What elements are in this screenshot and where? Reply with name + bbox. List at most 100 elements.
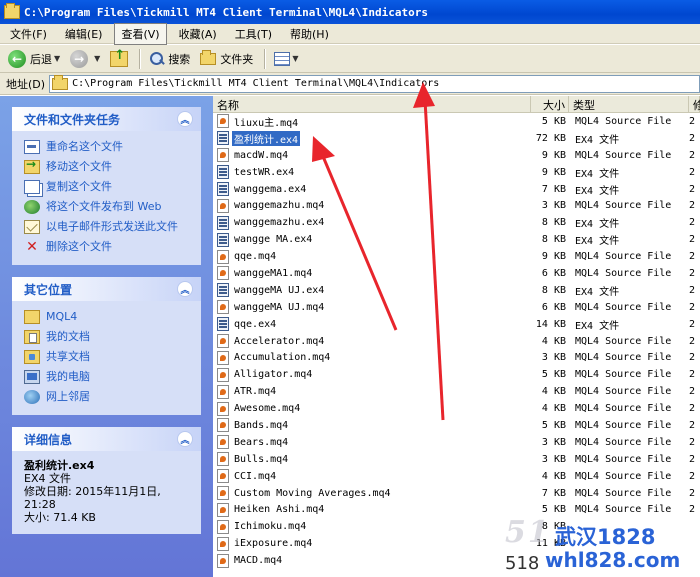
task-publish-web[interactable]: 将这个文件发布到 Web bbox=[24, 197, 191, 217]
address-input[interactable]: C:\Program Files\Tickmill MT4 Client Ter… bbox=[49, 74, 700, 93]
chevron-down-icon[interactable]: ▼ bbox=[292, 54, 298, 63]
file-name-cell[interactable]: Bulls.mq4 bbox=[213, 452, 531, 467]
file-row[interactable]: wanggemazhu.mq4 3 KB MQL4 Source File 2 bbox=[213, 197, 700, 214]
file-name[interactable]: wanggeMA1.mq4 bbox=[232, 268, 314, 279]
file-row[interactable]: Bulls.mq4 3 KB MQL4 Source File 2 bbox=[213, 451, 700, 468]
column-size[interactable]: 大小 bbox=[531, 96, 569, 113]
file-name-cell[interactable]: Bands.mq4 bbox=[213, 418, 531, 433]
file-name[interactable]: Custom Moving Averages.mq4 bbox=[232, 488, 393, 499]
details-header[interactable]: 详细信息 ︽ bbox=[12, 427, 201, 451]
file-name[interactable]: Alligator.mq4 bbox=[232, 369, 314, 380]
address-path[interactable]: C:\Program Files\Tickmill MT4 Client Ter… bbox=[72, 78, 439, 89]
file-name-cell[interactable]: iExposure.mq4 bbox=[213, 536, 531, 551]
menu-favorites[interactable]: 收藏(A) bbox=[173, 24, 223, 44]
column-name[interactable]: 名称 bbox=[213, 96, 531, 113]
task-copy[interactable]: 复制这个文件 bbox=[24, 177, 191, 197]
file-name-cell[interactable]: Ichimoku.mq4 bbox=[213, 519, 531, 534]
file-name[interactable]: Awesome.mq4 bbox=[232, 403, 302, 414]
file-row[interactable]: wanggeMA UJ.mq4 6 KB MQL4 Source File 2 bbox=[213, 299, 700, 316]
file-name-cell[interactable]: wanggemazhu.ex4 bbox=[213, 215, 531, 230]
menu-view[interactable]: 查看(V) bbox=[114, 22, 167, 45]
file-name[interactable]: Accelerator.mq4 bbox=[232, 336, 326, 347]
file-name[interactable]: qqe.mq4 bbox=[232, 251, 278, 262]
file-row[interactable]: macdW.mq4 9 KB MQL4 Source File 2 bbox=[213, 147, 700, 164]
search-button[interactable]: 搜索 bbox=[145, 48, 194, 70]
menu-help[interactable]: 帮助(H) bbox=[284, 24, 335, 44]
file-name[interactable]: iExposure.mq4 bbox=[232, 538, 314, 549]
file-name-cell[interactable]: Alligator.mq4 bbox=[213, 367, 531, 382]
file-name-cell[interactable]: qqe.mq4 bbox=[213, 249, 531, 264]
file-row[interactable]: liuxu主.mq4 5 KB MQL4 Source File 2 bbox=[213, 113, 700, 130]
chevron-down-icon[interactable]: ▼ bbox=[94, 54, 100, 63]
file-name-cell[interactable]: 盈利统计.ex4 bbox=[213, 130, 531, 146]
file-row[interactable]: testWR.ex4 9 KB EX4 文件 2 bbox=[213, 164, 700, 181]
file-row[interactable]: Awesome.mq4 4 KB MQL4 Source File 2 bbox=[213, 400, 700, 417]
file-row[interactable]: wangge MA.ex4 8 KB EX4 文件 2 bbox=[213, 231, 700, 248]
file-row[interactable]: Bears.mq4 3 KB MQL4 Source File 2 bbox=[213, 434, 700, 451]
file-row[interactable]: qqe.mq4 9 KB MQL4 Source File 2 bbox=[213, 248, 700, 265]
menu-edit[interactable]: 编辑(E) bbox=[59, 24, 109, 44]
place-network[interactable]: 网上邻居 bbox=[24, 387, 191, 407]
task-email[interactable]: 以电子邮件形式发送此文件 bbox=[24, 217, 191, 237]
file-name-cell[interactable]: Accelerator.mq4 bbox=[213, 334, 531, 349]
collapse-icon[interactable]: ︽ bbox=[177, 281, 193, 297]
file-name-cell[interactable]: qqe.ex4 bbox=[213, 317, 531, 332]
file-row[interactable]: wanggeMA1.mq4 6 KB MQL4 Source File 2 bbox=[213, 265, 700, 282]
file-name[interactable]: 盈利统计.ex4 bbox=[232, 130, 301, 146]
forward-button[interactable]: → ▼ bbox=[66, 48, 104, 70]
other-places-header[interactable]: 其它位置 ︽ bbox=[12, 277, 201, 301]
file-name[interactable]: Ichimoku.mq4 bbox=[232, 521, 308, 532]
place-shared-documents[interactable]: 共享文档 bbox=[24, 347, 191, 367]
file-row[interactable]: qqe.ex4 14 KB EX4 文件 2 bbox=[213, 316, 700, 333]
file-name-cell[interactable]: Awesome.mq4 bbox=[213, 401, 531, 416]
file-name[interactable]: wanggeMA UJ.mq4 bbox=[232, 302, 326, 313]
file-name-cell[interactable]: Heiken Ashi.mq4 bbox=[213, 502, 531, 517]
file-name[interactable]: MACD.mq4 bbox=[232, 555, 284, 566]
file-name-cell[interactable]: macdW.mq4 bbox=[213, 148, 531, 163]
file-name[interactable]: qqe.ex4 bbox=[232, 319, 278, 330]
file-row[interactable]: CCI.mq4 4 KB MQL4 Source File 2 bbox=[213, 468, 700, 485]
folders-button[interactable]: 文件夹 bbox=[196, 48, 257, 70]
file-name[interactable]: wanggeMA UJ.ex4 bbox=[232, 285, 326, 296]
task-rename[interactable]: 重命名这个文件 bbox=[24, 137, 191, 157]
file-name[interactable]: CCI.mq4 bbox=[232, 471, 278, 482]
file-name[interactable]: testWR.ex4 bbox=[232, 167, 296, 178]
file-name[interactable]: wanggemazhu.mq4 bbox=[232, 200, 326, 211]
file-name-cell[interactable]: MACD.mq4 bbox=[213, 553, 531, 568]
file-name-cell[interactable]: testWR.ex4 bbox=[213, 165, 531, 180]
file-name-cell[interactable]: Bears.mq4 bbox=[213, 435, 531, 450]
file-row[interactable]: Accumulation.mq4 3 KB MQL4 Source File 2 bbox=[213, 349, 700, 366]
file-name-cell[interactable]: Custom Moving Averages.mq4 bbox=[213, 486, 531, 501]
collapse-icon[interactable]: ︽ bbox=[177, 431, 193, 447]
file-row[interactable]: Bands.mq4 5 KB MQL4 Source File 2 bbox=[213, 417, 700, 434]
file-name[interactable]: wanggema.ex4 bbox=[232, 184, 308, 195]
file-name[interactable]: wangge MA.ex4 bbox=[232, 234, 314, 245]
file-name[interactable]: Bears.mq4 bbox=[232, 437, 290, 448]
place-my-documents[interactable]: 我的文档 bbox=[24, 327, 191, 347]
file-name[interactable]: macdW.mq4 bbox=[232, 150, 290, 161]
place-mql4[interactable]: MQL4 bbox=[24, 307, 191, 327]
menu-tools[interactable]: 工具(T) bbox=[229, 24, 278, 44]
task-delete[interactable]: ✕ 删除这个文件 bbox=[24, 237, 191, 257]
file-name[interactable]: Accumulation.mq4 bbox=[232, 352, 332, 363]
chevron-down-icon[interactable]: ▼ bbox=[54, 54, 60, 63]
column-type[interactable]: 类型 bbox=[569, 96, 689, 113]
file-name[interactable]: wanggemazhu.ex4 bbox=[232, 217, 326, 228]
file-name-cell[interactable]: CCI.mq4 bbox=[213, 469, 531, 484]
column-date[interactable]: 修 bbox=[689, 96, 700, 113]
file-row[interactable]: Custom Moving Averages.mq4 7 KB MQL4 Sourc… bbox=[213, 485, 700, 502]
file-name-cell[interactable]: wangge MA.ex4 bbox=[213, 232, 531, 247]
menu-file[interactable]: 文件(F) bbox=[4, 24, 53, 44]
file-row[interactable]: wanggemazhu.ex4 8 KB EX4 文件 2 bbox=[213, 214, 700, 231]
file-name[interactable]: liuxu主.mq4 bbox=[232, 114, 300, 129]
file-row[interactable]: ATR.mq4 4 KB MQL4 Source File 2 bbox=[213, 383, 700, 400]
file-row[interactable]: 盈利统计.ex4 72 KB EX4 文件 2 bbox=[213, 130, 700, 147]
file-name-cell[interactable]: wanggema.ex4 bbox=[213, 182, 531, 196]
up-folder-button[interactable] bbox=[106, 48, 132, 70]
place-my-computer[interactable]: 我的电脑 bbox=[24, 367, 191, 387]
views-button[interactable]: ▼ bbox=[270, 48, 302, 70]
file-name[interactable]: Bulls.mq4 bbox=[232, 454, 290, 465]
file-tasks-header[interactable]: 文件和文件夹任务 ︽ bbox=[12, 107, 201, 131]
file-name-cell[interactable]: wanggeMA UJ.ex4 bbox=[213, 283, 531, 298]
file-name-cell[interactable]: wanggeMA1.mq4 bbox=[213, 266, 531, 281]
